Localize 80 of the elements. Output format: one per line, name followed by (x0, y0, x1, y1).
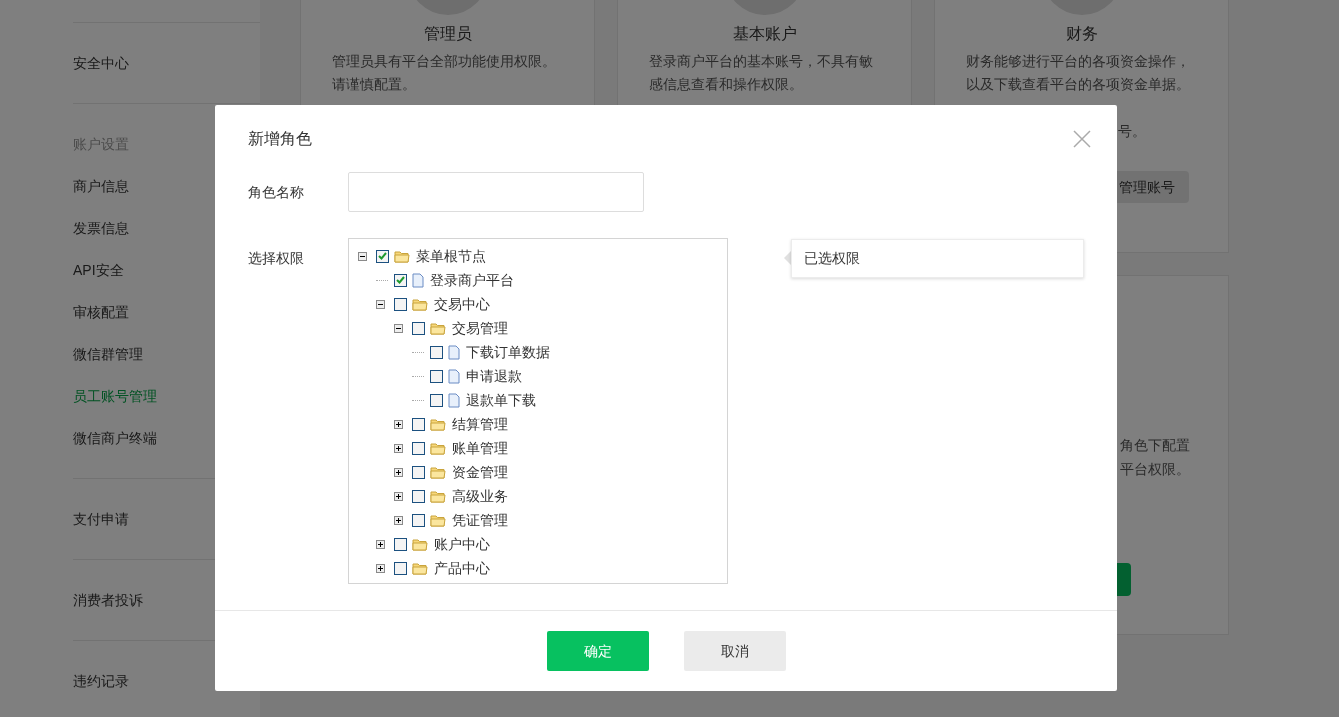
card-title: 财务 (1065, 24, 1098, 44)
tree-item-label[interactable]: 账户中心 (434, 533, 490, 555)
checkbox[interactable] (412, 489, 425, 503)
tree-item-label[interactable]: 下载订单数据 (466, 341, 550, 363)
expand-icon[interactable] (394, 491, 403, 501)
folder-icon (412, 297, 428, 311)
folder-icon (394, 249, 410, 263)
card-title: 管理员 (423, 24, 472, 44)
sidebar-item[interactable]: 发票信息 (73, 206, 129, 250)
expand-icon[interactable] (376, 563, 385, 573)
checkbox[interactable] (412, 321, 425, 335)
checkbox[interactable] (412, 513, 425, 527)
checkbox[interactable] (394, 273, 407, 287)
folder-icon (412, 537, 428, 551)
panel-title: 已选权限 (804, 249, 860, 268)
checkbox[interactable] (394, 537, 407, 551)
document-icon (448, 368, 460, 384)
card-title: 基本账户 (732, 24, 797, 44)
collapse-icon[interactable] (394, 323, 403, 333)
card-description: 角色下配置 (1120, 437, 1190, 453)
expand-icon[interactable] (394, 419, 403, 429)
field-label: 选择权限 (248, 249, 305, 268)
folder-icon (430, 489, 446, 503)
role-name-field[interactable] (348, 172, 644, 212)
collapse-icon[interactable] (358, 251, 367, 261)
sidebar-item[interactable]: 消费者投诉 (73, 578, 143, 622)
tree-item-label[interactable]: 凭证管理 (452, 509, 508, 531)
cancel-button[interactable]: 取消 (683, 631, 786, 671)
expand-icon[interactable] (394, 467, 403, 477)
card-description: 请谨慎配置。 (332, 75, 417, 94)
tree-item-label[interactable]: 交易管理 (452, 317, 508, 339)
card-description: 管理员具有平台全部功能使用权限。 (332, 52, 557, 71)
sidebar-item[interactable]: 安全中心 (73, 41, 129, 85)
checkbox[interactable] (394, 561, 407, 575)
sidebar-item[interactable]: 支付申请 (73, 497, 129, 541)
tree-item-label[interactable]: 交易中心 (434, 293, 490, 315)
tree-item-label[interactable]: 高级业务 (452, 485, 508, 507)
checkbox[interactable] (412, 441, 425, 455)
checkbox[interactable] (394, 297, 407, 311)
card-description: 感信息查看和操作权限。 (649, 75, 804, 94)
checkbox[interactable] (376, 249, 389, 263)
tree-item-label[interactable]: 退款单下载 (466, 389, 536, 411)
folder-icon (430, 321, 446, 335)
tree-item-label[interactable]: 申请退款 (466, 365, 522, 387)
folder-icon (430, 513, 446, 527)
field-label: 角色名称 (248, 182, 305, 202)
tree-item-label[interactable]: 产品中心 (434, 557, 490, 579)
checkbox[interactable] (430, 345, 443, 359)
tree-item-label[interactable]: 账单管理 (452, 437, 508, 459)
card-description: 平台权限。 (1120, 461, 1190, 477)
sidebar-item[interactable]: 微信群管理 (73, 332, 143, 376)
collapse-icon[interactable] (376, 299, 385, 309)
sidebar-item[interactable]: API安全 (73, 248, 124, 292)
tree-item-label[interactable]: 结算管理 (452, 413, 508, 435)
card-description: 以及下载查看平台的各项资金单据。 (966, 75, 1191, 94)
document-icon (448, 392, 460, 408)
expand-icon[interactable] (394, 515, 403, 525)
document-icon (412, 272, 424, 288)
card-description: 财务能够进行平台的各项资金操作， (966, 52, 1191, 71)
card-description: 号。 (1118, 123, 1146, 139)
expand-icon[interactable] (376, 539, 385, 549)
checkbox[interactable] (430, 369, 443, 383)
checkbox[interactable] (412, 465, 425, 479)
card-description: 登录商户平台的基本账号，不具有敏 (649, 52, 874, 71)
folder-icon (412, 561, 428, 575)
sidebar-item[interactable]: 违约记录 (73, 659, 129, 703)
folder-icon (430, 465, 446, 479)
folder-icon (430, 417, 446, 431)
expand-icon[interactable] (394, 443, 403, 453)
sidebar-item[interactable]: 微信商户终端 (73, 416, 157, 460)
tree-item-label[interactable]: 菜单根节点 (416, 245, 486, 267)
tree-item-label[interactable]: 资金管理 (452, 461, 508, 483)
document-icon (448, 344, 460, 360)
tree-item-label[interactable]: 登录商户平台 (430, 269, 514, 291)
checkbox[interactable] (430, 393, 443, 407)
dialog-title: 新增角色 (248, 129, 312, 149)
folder-icon (430, 441, 446, 455)
checkbox[interactable] (412, 417, 425, 431)
sidebar-item[interactable]: 商户信息 (73, 164, 129, 208)
sidebar-item[interactable]: 审核配置 (73, 290, 129, 334)
